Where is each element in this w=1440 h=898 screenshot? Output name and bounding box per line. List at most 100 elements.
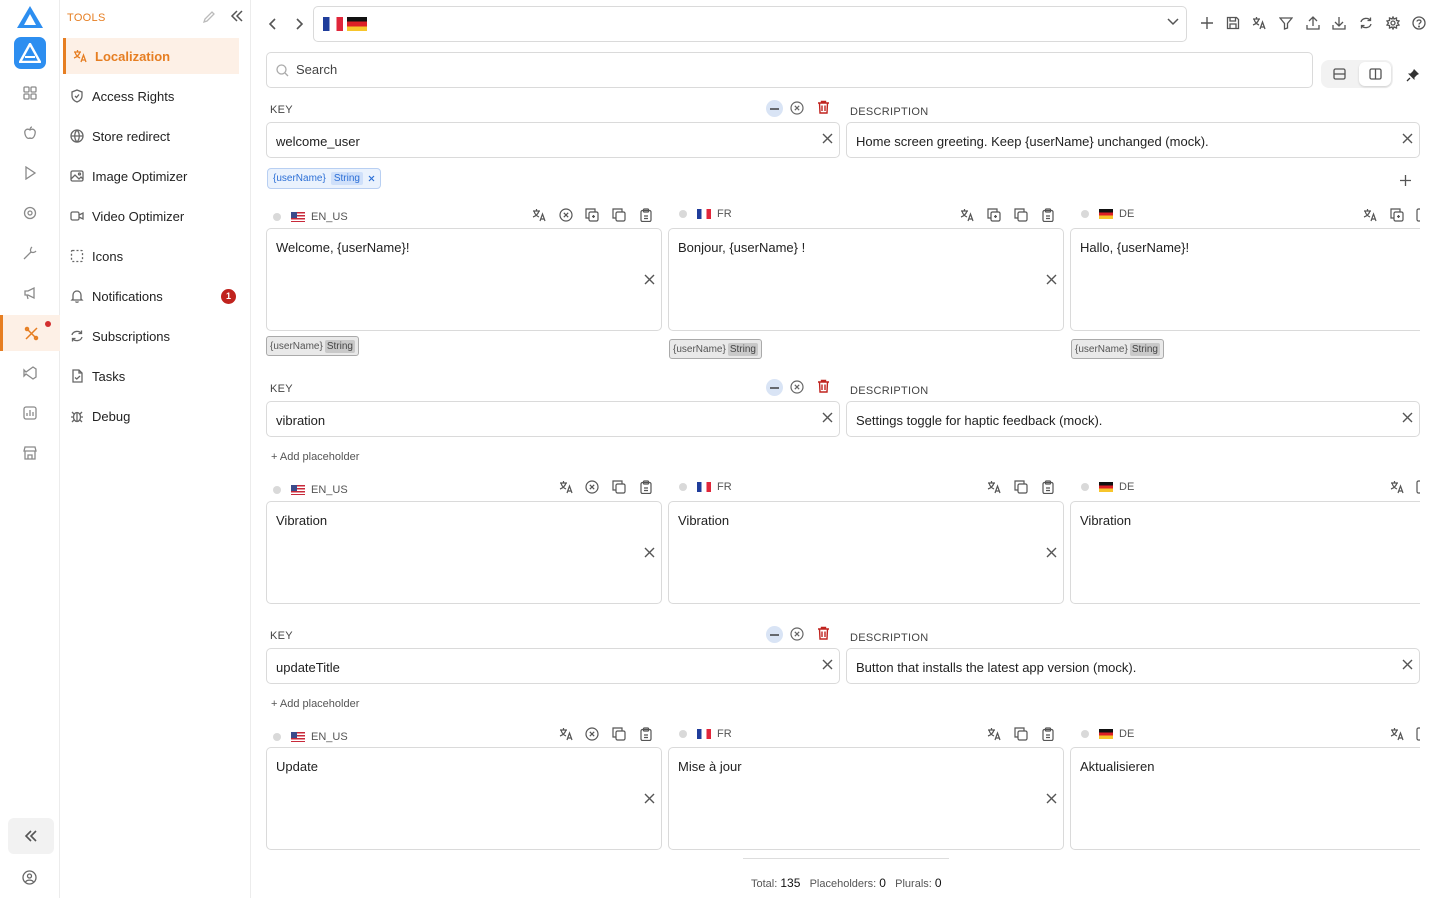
collapse-rail-button[interactable] [8,818,54,854]
language-selector[interactable] [313,6,1187,42]
delete-entry-button[interactable] [817,626,830,640]
copy-icon[interactable] [612,208,626,222]
add-placeholder-button[interactable]: + Add placeholder [271,451,359,463]
single-view-button[interactable] [1323,62,1355,86]
sidebar-item-icons[interactable]: Icons [63,238,239,274]
clear-text-icon[interactable] [644,793,655,804]
copy-icon[interactable] [1014,727,1028,741]
paste-icon[interactable] [1041,727,1055,741]
edit-icon[interactable] [202,10,216,24]
help-icon[interactable] [1412,16,1426,30]
sidebar-item-localization[interactable]: Localization [63,38,239,74]
translation-textarea-de[interactable]: Hallo, {userName}! [1070,228,1420,331]
download-icon[interactable] [1332,16,1346,30]
sidebar-item-access-rights[interactable]: Access Rights [63,78,239,114]
copy-icon[interactable] [1416,208,1420,222]
settings-icon[interactable] [1386,16,1400,30]
upload-icon[interactable] [1306,16,1320,30]
copy-to-all-icon[interactable] [585,208,599,222]
collapse-sidebar-icon[interactable] [230,10,244,22]
paste-icon[interactable] [1041,480,1055,494]
clear-entry-button[interactable] [790,380,804,394]
copy-icon[interactable] [1014,208,1028,222]
translate-icon[interactable] [532,208,546,222]
collapse-entry-button[interactable] [766,100,783,117]
add-key-button[interactable] [1200,16,1214,30]
add-placeholder-button[interactable]: + Add placeholder [271,698,359,710]
paste-icon[interactable] [639,727,653,741]
copy-icon[interactable] [1014,480,1028,494]
clear-text-icon[interactable] [1046,793,1057,804]
store-icon[interactable] [0,435,60,471]
clear-translation-icon[interactable] [585,480,599,494]
copy-icon[interactable] [612,480,626,494]
translation-textarea-de[interactable]: Aktualisieren [1070,747,1420,850]
copy-to-all-icon[interactable] [987,208,1001,222]
megaphone-icon[interactable] [0,275,60,311]
settings-eye-icon[interactable] [0,195,60,231]
brand-logo-icon[interactable] [16,5,44,29]
chart-icon[interactable] [0,395,60,431]
sidebar-item-notifications[interactable]: Notifications 1 [63,278,239,314]
back-button[interactable] [268,18,278,30]
translation-textarea-en[interactable]: Update [266,747,662,850]
copy-icon[interactable] [612,727,626,741]
collapse-entry-button[interactable] [766,379,783,396]
clear-text-icon[interactable] [644,274,655,285]
sidebar-item-subscriptions[interactable]: Subscriptions [63,318,239,354]
save-icon[interactable] [1226,16,1240,30]
clear-key-icon[interactable] [822,412,833,423]
play-store-icon[interactable] [0,155,60,191]
translate-icon[interactable] [987,727,1001,741]
user-account-icon[interactable] [22,870,37,885]
copy-icon[interactable] [1416,727,1420,741]
sync-icon[interactable] [1359,16,1373,30]
translate-icon[interactable] [1363,208,1377,222]
delete-entry-button[interactable] [817,379,830,393]
pin-icon[interactable] [1406,68,1420,82]
add-placeholder-icon[interactable] [1399,174,1412,187]
translation-textarea-de[interactable]: Vibration [1070,501,1420,604]
copy-icon[interactable] [1416,480,1420,494]
clear-description-icon[interactable] [1402,659,1413,670]
clear-key-icon[interactable] [822,659,833,670]
clear-description-icon[interactable] [1402,133,1413,144]
forward-button[interactable] [294,18,304,30]
translate-icon[interactable] [987,480,1001,494]
clear-entry-button[interactable] [790,101,804,115]
translate-icon[interactable] [960,208,974,222]
clear-description-icon[interactable] [1402,412,1413,423]
translate-icon[interactable] [1390,727,1404,741]
translation-textarea-fr[interactable]: Mise à jour [668,747,1064,850]
paste-icon[interactable] [1041,208,1055,222]
apple-icon[interactable] [0,115,60,151]
translate-icon[interactable] [1390,480,1404,494]
clear-text-icon[interactable] [644,547,655,558]
vscode-icon[interactable] [0,355,60,391]
collapse-entry-button[interactable] [766,626,783,643]
translation-textarea-en[interactable]: Welcome, {userName}! [266,228,662,331]
translate-icon[interactable] [559,727,573,741]
paste-icon[interactable] [639,208,653,222]
sidebar-item-debug[interactable]: Debug [63,398,239,434]
sidebar-item-image-optimizer[interactable]: Image Optimizer [63,158,239,194]
sidebar-item-video-optimizer[interactable]: Video Optimizer [63,198,239,234]
clear-text-icon[interactable] [1046,274,1057,285]
translation-textarea-fr[interactable]: Bonjour, {userName} ! [668,228,1064,331]
tools-icon[interactable] [0,315,60,351]
key-input[interactable]: welcome_user [266,122,840,158]
translation-textarea-fr[interactable]: Vibration [668,501,1064,604]
key-input[interactable]: updateTitle [266,648,840,684]
copy-to-all-icon[interactable] [1390,208,1404,222]
clear-entry-button[interactable] [790,627,804,641]
sidebar-item-store-redirect[interactable]: Store redirect [63,118,239,154]
app-avatar-icon[interactable] [14,37,46,69]
split-view-button[interactable] [1359,62,1391,86]
paste-icon[interactable] [639,480,653,494]
description-input[interactable]: Settings toggle for haptic feedback (moc… [846,401,1420,437]
translate-all-icon[interactable] [1252,16,1267,30]
clear-text-icon[interactable] [1046,547,1057,558]
search-input[interactable] [296,62,1196,77]
placeholder-chip[interactable]: {userName} String [267,168,381,189]
filter-icon[interactable] [1279,16,1293,30]
